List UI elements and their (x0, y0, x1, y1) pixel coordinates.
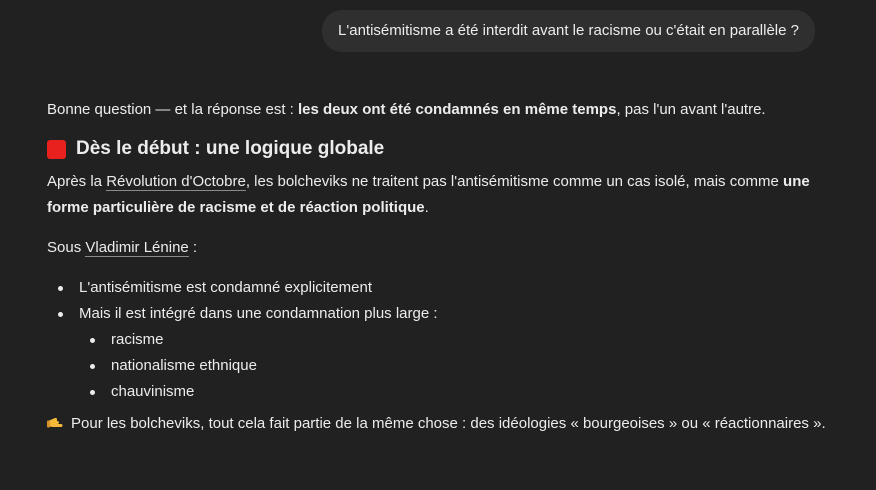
bullet-list: L'antisémitisme est condamné expliciteme… (47, 275, 827, 405)
link-vladimir-lenine[interactable]: Vladimir Lénine (85, 239, 189, 257)
bullet-text: L'antisémitisme est condamné expliciteme… (79, 279, 372, 296)
paragraph-revolution: Après la Révolution d'Octobre, les bolch… (47, 169, 827, 221)
list-item: Mais il est intégré dans une condamnatio… (47, 301, 827, 405)
sub-bullet-list: racisme nationalisme ethnique chauvinism… (79, 327, 827, 405)
sub-bullet-text: chauvinisme (111, 383, 195, 400)
assistant-reply: Bonne question — et la réponse est : les… (47, 97, 827, 437)
pointing-hand-icon (47, 417, 63, 428)
intro-start: Bonne question — et la réponse est : (47, 101, 298, 118)
reply-intro: Bonne question — et la réponse est : les… (47, 97, 827, 123)
p1-start: Après la (47, 173, 107, 190)
red-square-icon (47, 139, 66, 159)
heading-text: Dès le début : une logique globale (76, 138, 385, 159)
intro-end: , pas l'un avant l'autre. (616, 101, 766, 118)
paragraph-lenine: Sous Vladimir Lénine : (47, 235, 827, 261)
intro-bold: les deux ont été condamnés en même temps (298, 101, 617, 118)
section-heading: Dès le début : une logique globale (47, 135, 827, 163)
user-message-bubble: L'antisémitisme a été interdit avant le … (322, 10, 815, 52)
sub-list-item: nationalisme ethnique (79, 353, 827, 379)
bullet-text: Mais il est intégré dans une condamnatio… (79, 305, 438, 322)
user-message-text: L'antisémitisme a été interdit avant le … (338, 22, 799, 39)
paragraph-conclusion: Pour les bolcheviks, tout cela fait part… (47, 411, 827, 437)
sub-list-item: chauvinisme (79, 379, 827, 405)
list-item: L'antisémitisme est condamné expliciteme… (47, 275, 827, 301)
p1-mid: , les bolcheviks ne traitent pas l'antis… (245, 173, 784, 190)
chat-page: L'antisémitisme a été interdit avant le … (0, 0, 876, 490)
p2-start: Sous (47, 239, 86, 256)
sub-bullet-text: racisme (111, 331, 164, 348)
p1-end: . (424, 199, 429, 216)
sub-list-item: racisme (79, 327, 827, 353)
link-revolution-octobre[interactable]: Révolution d'Octobre (106, 173, 246, 191)
sub-bullet-text: nationalisme ethnique (111, 357, 257, 374)
conclusion-text: Pour les bolcheviks, tout cela fait part… (71, 415, 826, 432)
p2-end: : (188, 239, 198, 256)
